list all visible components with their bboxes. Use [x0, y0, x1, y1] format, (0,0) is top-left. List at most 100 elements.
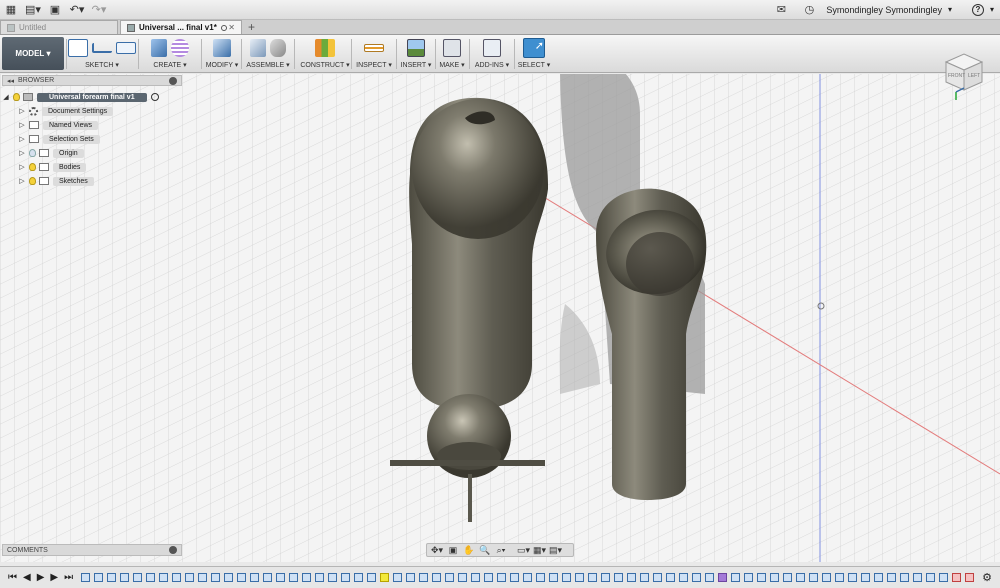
- create-group[interactable]: CREATE ▾: [142, 37, 198, 71]
- timeline-feature-icon[interactable]: [367, 573, 377, 582]
- timeline-feature-icon[interactable]: [731, 573, 741, 582]
- 3d-print-icon[interactable]: [443, 39, 461, 57]
- select-group[interactable]: ➚ SELECT ▾: [516, 37, 552, 71]
- timeline-feature-icon[interactable]: [757, 573, 767, 582]
- timeline-feature-icon[interactable]: [952, 573, 962, 582]
- timeline-feature-icon[interactable]: [627, 573, 637, 582]
- timeline-feature-icon[interactable]: [419, 573, 429, 582]
- timeline-feature-icon[interactable]: [432, 573, 442, 582]
- select-menu[interactable]: SELECT ▾: [518, 61, 551, 69]
- joint-icon[interactable]: [270, 39, 286, 57]
- timeline-feature-icon[interactable]: [510, 573, 520, 582]
- timeline-feature-icon[interactable]: [770, 573, 780, 582]
- viewcube[interactable]: FRONT LEFT: [938, 44, 988, 100]
- timeline-feature-icon[interactable]: [406, 573, 416, 582]
- timeline-feature-icon[interactable]: [211, 573, 221, 582]
- timeline-feature-icon[interactable]: [718, 573, 728, 582]
- go-to-start-icon[interactable]: ⏮: [8, 572, 17, 583]
- tab-universal-final[interactable]: Universal ... final v1* ✕: [120, 20, 242, 34]
- timeline-feature-icon[interactable]: [94, 573, 104, 582]
- go-to-end-icon[interactable]: ⏭: [64, 572, 73, 583]
- browser-item-document-settings[interactable]: ▷ Document Settings: [2, 104, 182, 118]
- timeline-feature-icon[interactable]: [224, 573, 234, 582]
- timeline-feature-icon[interactable]: [523, 573, 533, 582]
- timeline-feature-icon[interactable]: [575, 573, 585, 582]
- timeline-feature-icon[interactable]: [562, 573, 572, 582]
- help-icon[interactable]: ?: [971, 3, 984, 16]
- viewports-icon[interactable]: ▤▾: [549, 545, 562, 555]
- timeline-feature-icon[interactable]: [692, 573, 702, 582]
- workspace-switcher-button[interactable]: MODEL ▾: [2, 37, 64, 70]
- visibility-bulb-icon[interactable]: [29, 149, 36, 157]
- step-back-icon[interactable]: ◀: [23, 572, 31, 583]
- timeline-feature-icon[interactable]: [81, 573, 91, 582]
- collapse-icon[interactable]: ◂◂: [7, 77, 14, 85]
- timeline-feature-icon[interactable]: [393, 573, 403, 582]
- user-menu[interactable]: Symondingley Symondingley: [826, 5, 942, 15]
- grid-settings-icon[interactable]: ▦▾: [533, 545, 546, 555]
- tab-untitled[interactable]: Untitled: [0, 20, 118, 34]
- pan-icon[interactable]: ✋: [463, 545, 475, 555]
- expand-triangle-icon[interactable]: ▷: [18, 135, 26, 143]
- save-icon[interactable]: ▣: [44, 0, 66, 20]
- timeline-feature-icon[interactable]: [640, 573, 650, 582]
- inspect-menu[interactable]: INSPECT ▾: [356, 61, 392, 69]
- file-menu-icon[interactable]: ▤▾: [22, 0, 44, 20]
- create-menu[interactable]: CREATE ▾: [153, 61, 186, 69]
- play-icon[interactable]: ▶: [37, 572, 45, 583]
- timeline-feature-icon[interactable]: [471, 573, 481, 582]
- timeline-feature-icon[interactable]: [172, 573, 182, 582]
- timeline-feature-icon[interactable]: [549, 573, 559, 582]
- timeline-feature-icon[interactable]: [588, 573, 598, 582]
- display-settings-icon[interactable]: ▭▾: [517, 545, 530, 555]
- construct-group[interactable]: CONSTRUCT ▾: [300, 37, 350, 71]
- timeline-feature-icon[interactable]: [887, 573, 897, 582]
- timeline-settings-gear-icon[interactable]: ⚙: [982, 571, 992, 584]
- extrude-icon[interactable]: [151, 39, 167, 57]
- timeline-feature-icon[interactable]: [744, 573, 754, 582]
- timeline-feature-icon[interactable]: [874, 573, 884, 582]
- timeline-feature-icon[interactable]: [939, 573, 949, 582]
- job-status-icon[interactable]: ◷: [798, 0, 820, 20]
- new-component-icon[interactable]: [250, 39, 266, 57]
- timeline-feature-icon[interactable]: [198, 573, 208, 582]
- addins-menu[interactable]: ADD-INS ▾: [475, 61, 509, 69]
- timeline-feature-icon[interactable]: [705, 573, 715, 582]
- expand-triangle-icon[interactable]: ▷: [18, 163, 26, 171]
- help-chevron-icon[interactable]: ▾: [990, 5, 994, 14]
- form-icon[interactable]: [171, 39, 189, 57]
- timeline-feature-icon[interactable]: [289, 573, 299, 582]
- insert-menu[interactable]: INSERT ▾: [401, 61, 432, 69]
- timeline-feature-icon[interactable]: [536, 573, 546, 582]
- expand-triangle-icon[interactable]: ▷: [18, 107, 26, 115]
- timeline-feature-icon[interactable]: [679, 573, 689, 582]
- timeline-feature-icon[interactable]: [380, 573, 390, 582]
- fit-icon[interactable]: ⌕▾: [495, 545, 507, 555]
- sketch-group[interactable]: SKETCH ▾: [68, 37, 136, 71]
- browser-item-selection-sets[interactable]: ▷ Selection Sets: [2, 132, 182, 146]
- browser-pin-icon[interactable]: [169, 76, 177, 85]
- rectangle-icon[interactable]: [116, 42, 136, 54]
- close-tab-icon[interactable]: ✕: [228, 23, 235, 32]
- insert-group[interactable]: INSERT ▾: [398, 37, 434, 71]
- line-icon[interactable]: [92, 43, 112, 53]
- addins-group[interactable]: ADD-INS ▾: [472, 37, 512, 71]
- visibility-bulb-icon[interactable]: [29, 177, 36, 185]
- timeline-feature-icon[interactable]: [315, 573, 325, 582]
- browser-header[interactable]: ◂◂ BROWSER: [2, 75, 182, 86]
- browser-item-origin[interactable]: ▷ Origin: [2, 146, 182, 160]
- timeline-feature-icon[interactable]: [497, 573, 507, 582]
- press-pull-icon[interactable]: [213, 39, 231, 57]
- select-cursor-icon[interactable]: ➚: [523, 38, 545, 58]
- timeline-feature-icon[interactable]: [796, 573, 806, 582]
- comments-panel[interactable]: COMMENTS: [2, 544, 182, 556]
- timeline-feature-icon[interactable]: [861, 573, 871, 582]
- scripts-icon[interactable]: [483, 39, 501, 57]
- timeline-feature-icon[interactable]: [445, 573, 455, 582]
- timeline-feature-icon[interactable]: [614, 573, 624, 582]
- browser-item-named-views[interactable]: ▷ Named Views: [2, 118, 182, 132]
- sketch-menu[interactable]: SKETCH ▾: [85, 61, 119, 69]
- make-menu[interactable]: MAKE ▾: [439, 61, 464, 69]
- timeline-feature-icon[interactable]: [653, 573, 663, 582]
- timeline-feature-icon[interactable]: [484, 573, 494, 582]
